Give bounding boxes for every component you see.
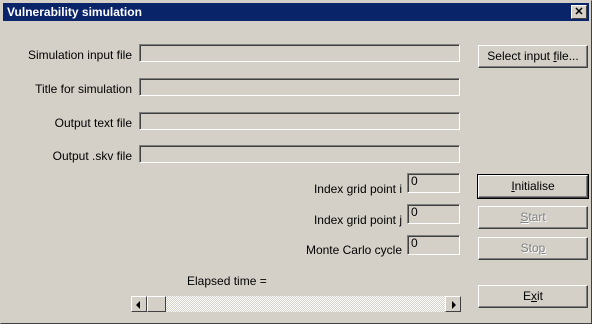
title-for-simulation-label: Title for simulation xyxy=(35,82,132,96)
stop-button[interactable]: Stop xyxy=(478,237,588,260)
initialise-label-post: nitialise xyxy=(514,179,555,193)
exit-label-pre: E xyxy=(522,289,531,303)
index-grid-point-j-label: Index grid point j xyxy=(313,213,402,227)
select-input-file-button[interactable]: Select input file... xyxy=(478,45,588,68)
simulation-input-file-field[interactable] xyxy=(139,44,460,62)
scroll-left-button[interactable] xyxy=(131,296,147,312)
start-label-post: tart xyxy=(528,210,546,224)
stop-label-pre: Sto xyxy=(520,241,539,255)
title-for-simulation-field[interactable] xyxy=(139,78,460,96)
simulation-input-file-label: Simulation input file xyxy=(27,48,132,62)
stop-label-accel: p xyxy=(538,241,546,255)
index-i-field[interactable]: 0 xyxy=(407,173,460,193)
initialise-button[interactable]: Initialise xyxy=(477,174,589,199)
arrow-left-icon xyxy=(136,301,140,309)
output-skv-file-label: Output .skv file xyxy=(52,149,132,163)
elapsed-time-label: Elapsed time = xyxy=(187,274,267,288)
scroll-right-button[interactable] xyxy=(445,296,461,312)
index-grid-point-i-label: Index grid point i xyxy=(313,182,402,196)
select-input-file-label-post: ile... xyxy=(556,49,579,63)
title-bar: Vulnerability simulation ✕ xyxy=(3,3,589,21)
arrow-right-icon xyxy=(452,301,456,309)
start-button[interactable]: Start xyxy=(478,206,588,229)
monte-carlo-cycle-field[interactable]: 0 xyxy=(407,235,460,255)
output-text-file-field[interactable] xyxy=(139,112,460,130)
close-icon: ✕ xyxy=(574,6,584,18)
close-button[interactable]: ✕ xyxy=(571,5,587,19)
elapsed-time-scrollbar[interactable] xyxy=(131,296,461,312)
select-input-file-label-pre: Select input xyxy=(487,49,554,63)
scroll-thumb[interactable] xyxy=(147,296,166,312)
exit-label-post: it xyxy=(537,289,543,303)
exit-button[interactable]: Exit xyxy=(478,285,588,308)
output-text-file-label: Output text file xyxy=(54,116,132,130)
dialog-window: Vulnerability simulation ✕ Simulation in… xyxy=(0,0,592,324)
monte-carlo-cycle-label: Monte Carlo cycle xyxy=(305,243,402,257)
window-title: Vulnerability simulation xyxy=(7,5,142,19)
output-skv-file-field[interactable] xyxy=(139,145,460,163)
index-j-field[interactable]: 0 xyxy=(407,204,460,224)
